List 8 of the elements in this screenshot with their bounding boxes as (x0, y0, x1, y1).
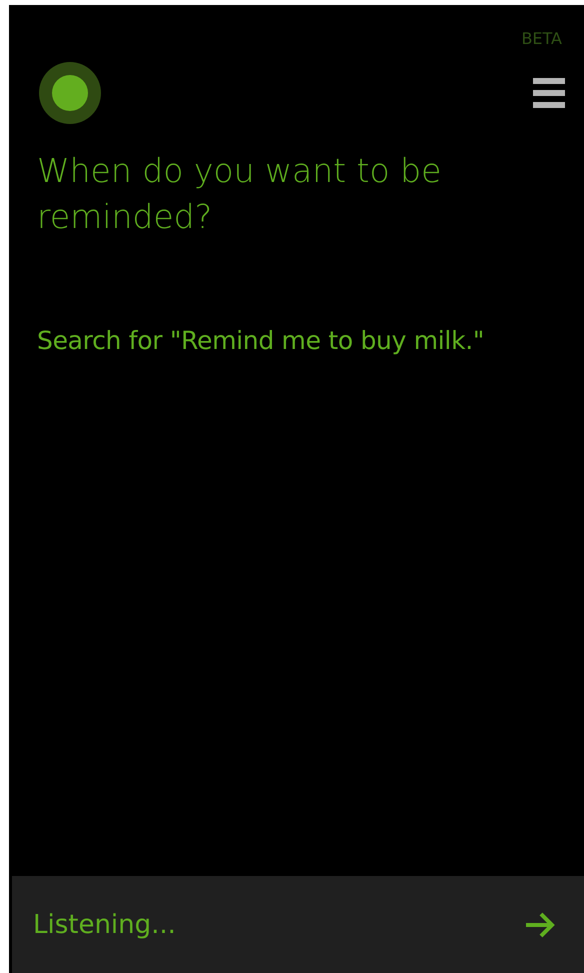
listening-status: Listening... (33, 910, 176, 940)
arrow-icon[interactable] (524, 912, 556, 938)
prompt-text: When do you want to be reminded? (37, 150, 442, 238)
suggestion-text: Search for "Remind me to buy milk." (37, 326, 486, 355)
beta-label: BETA (521, 29, 562, 48)
menu-icon[interactable] (533, 78, 565, 108)
input-bar[interactable]: Listening... (12, 876, 584, 973)
circle-logo-icon (39, 62, 101, 124)
